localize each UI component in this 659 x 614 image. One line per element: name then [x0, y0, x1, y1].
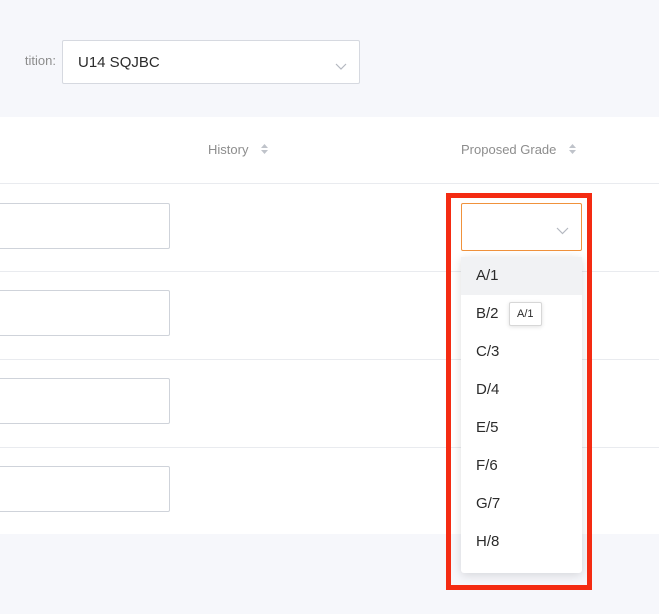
competition-select-value: U14 SQJBC: [78, 54, 160, 71]
row-text-input[interactable]: [0, 290, 170, 336]
column-header-history[interactable]: History: [208, 142, 269, 158]
highlight-annotation-box: [446, 193, 592, 590]
sort-icon[interactable]: [568, 143, 577, 158]
sort-icon[interactable]: [260, 143, 269, 158]
row-text-input[interactable]: [0, 378, 170, 424]
row-text-input[interactable]: [0, 466, 170, 512]
column-header-label: Proposed Grade: [461, 142, 557, 157]
row-text-input[interactable]: [0, 203, 170, 249]
competition-select[interactable]: U14 SQJBC: [62, 40, 360, 84]
chevron-down-icon: [335, 58, 347, 76]
column-header-proposed-grade[interactable]: Proposed Grade: [461, 142, 577, 158]
table-header: History Proposed Grade: [0, 117, 659, 184]
competition-filter-label: tition:: [24, 53, 56, 68]
column-header-label: History: [208, 142, 249, 157]
